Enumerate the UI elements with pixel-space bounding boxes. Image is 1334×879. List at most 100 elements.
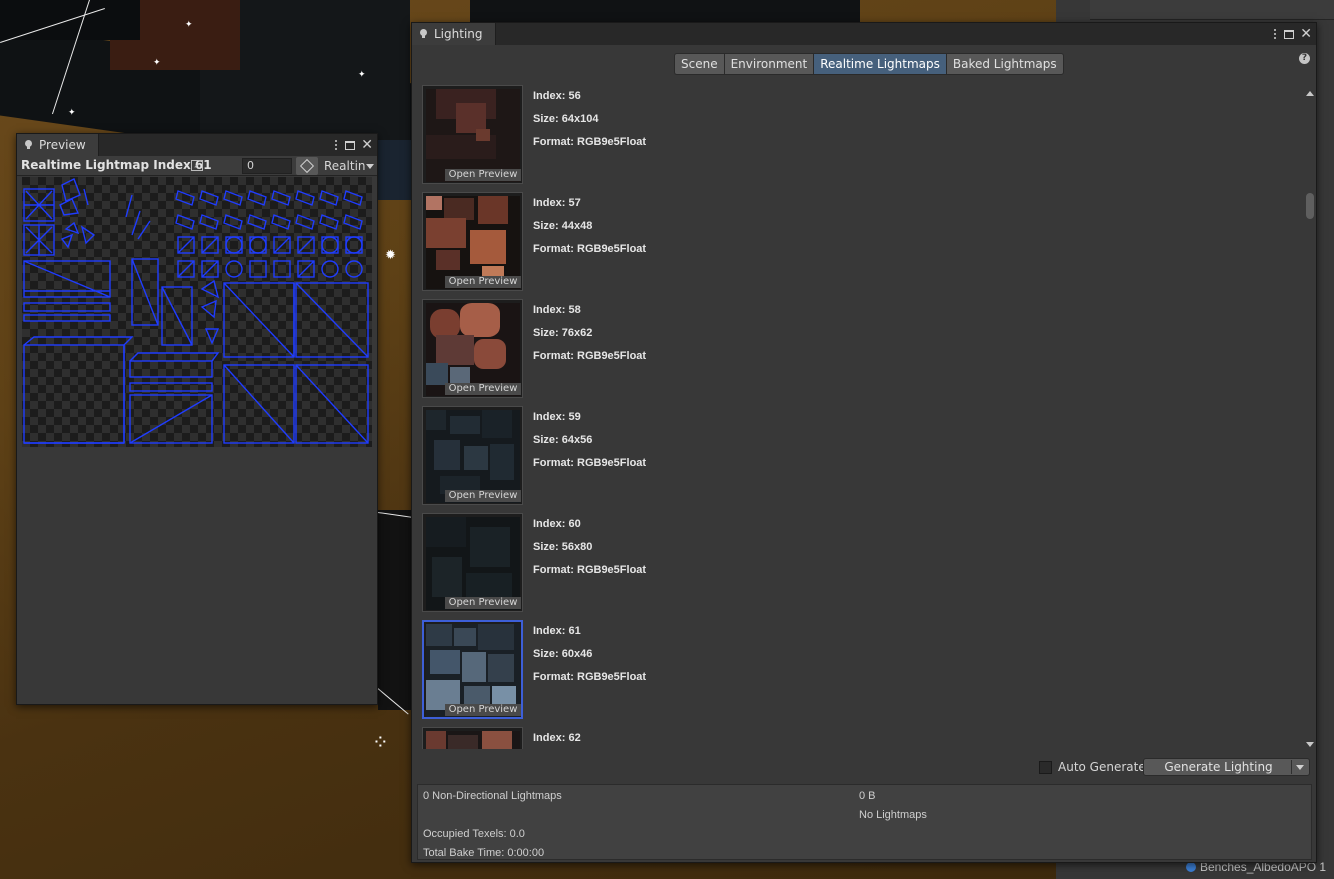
lightmap-thumbnail[interactable] xyxy=(422,727,523,749)
lightmap-item[interactable]: Open Preview Index: 59 Size: 64x56 Forma… xyxy=(422,406,1302,513)
lighting-tabs: Scene Environment Realtime Lightmaps Bak… xyxy=(674,53,1064,75)
tab-baked-lightmaps[interactable]: Baked Lightmaps xyxy=(945,53,1064,75)
close-icon[interactable]: ✕ xyxy=(1300,27,1312,41)
lightmap-index: Index: 60 xyxy=(533,518,581,530)
lightmap-index: Index: 57 xyxy=(533,197,581,209)
open-preview-button[interactable]: Open Preview xyxy=(445,169,521,181)
uv-chart xyxy=(60,221,96,249)
auto-generate-toggle[interactable]: Auto Generate xyxy=(1039,759,1146,775)
tab-realtime-lightmaps[interactable]: Realtime Lightmaps xyxy=(813,53,946,75)
scroll-down-icon[interactable] xyxy=(1306,742,1314,747)
mip-level-field[interactable]: 0 xyxy=(242,158,292,174)
kebab-menu-icon[interactable] xyxy=(333,140,339,150)
lightmap-size: Size: 64x104 xyxy=(533,113,599,125)
image-icon[interactable] xyxy=(191,160,203,171)
lightmap-format: Format: RGB9e5Float xyxy=(533,671,647,683)
open-preview-button[interactable]: Open Preview xyxy=(445,597,521,609)
lighting-window[interactable]: Lighting ✕ ? Scene Environment Realtime … xyxy=(411,22,1317,863)
tab-environment[interactable]: Environment xyxy=(723,53,814,75)
particle-icon: ⁘ xyxy=(372,730,389,754)
maximize-icon[interactable] xyxy=(1284,29,1295,39)
lightmap-item[interactable]: Open Preview Index: 60 Size: 56x80 Forma… xyxy=(422,513,1302,620)
preview-mode-label: Realtin xyxy=(324,159,366,173)
lightmap-size: Size: 44x48 xyxy=(533,220,593,232)
lighting-tabbar: Lighting ✕ xyxy=(412,23,1316,45)
uv-grid xyxy=(175,190,363,278)
open-preview-button[interactable]: Open Preview xyxy=(445,276,521,288)
lightmap-index: Index: 59 xyxy=(533,411,581,423)
hierarchy-header xyxy=(1090,0,1334,20)
lightmap-thumbnail[interactable]: Open Preview xyxy=(422,620,523,719)
lightmap-item[interactable]: Open Preview Index: 57 Size: 44x48 Forma… xyxy=(422,192,1302,299)
light-icon: ✦ xyxy=(153,58,161,68)
preview-tabbar: Preview ✕ xyxy=(17,134,377,156)
auto-generate-checkbox[interactable] xyxy=(1039,760,1052,774)
window-controls: ✕ xyxy=(1272,23,1312,45)
light-icon: ✦ xyxy=(68,108,76,118)
lightmap-info: Index: 56 Size: 64x104 Format: RGB9e5Flo… xyxy=(533,89,646,158)
scrollbar-thumb[interactable] xyxy=(1306,193,1314,219)
help-icon[interactable]: ? xyxy=(1299,53,1310,64)
layers-icon[interactable] xyxy=(296,157,318,175)
auto-generate-label: Auto Generate xyxy=(1058,760,1146,774)
light-icon: ✦ xyxy=(185,20,193,30)
preview-title: Realtime Lightmap Index 61 xyxy=(21,158,212,172)
uv-chart xyxy=(24,190,54,220)
button-divider xyxy=(1291,760,1292,774)
lightmap-item[interactable]: Open Preview Index: 58 Size: 76x62 Forma… xyxy=(422,299,1302,406)
lightmap-info: Index: 60 Size: 56x80 Format: RGB9e5Floa… xyxy=(533,517,646,586)
dropdown-arrow-icon[interactable] xyxy=(1296,765,1304,770)
lightmap-index: Index: 61 xyxy=(533,625,581,637)
lightmap-info: Index: 61 Size: 60x46 Format: RGB9e5Floa… xyxy=(533,624,646,693)
lightmap-thumbnail[interactable]: Open Preview xyxy=(422,192,523,291)
lightmap-size: Size: 56x80 xyxy=(533,541,593,553)
lightmap-item-selected[interactable]: Open Preview Index: 61 Size: 60x46 Forma… xyxy=(422,620,1302,727)
maximize-icon[interactable] xyxy=(345,140,356,150)
vertical-scrollbar[interactable] xyxy=(1304,85,1316,749)
lightmap-format: Format: RGB9e5Float xyxy=(533,350,647,362)
lightmap-preview-canvas[interactable] xyxy=(22,177,372,447)
preview-toolbar: Realtime Lightmap Index 61 0 Realtin xyxy=(17,156,377,176)
uv-chart xyxy=(83,188,151,240)
lightmap-thumbnail[interactable]: Open Preview xyxy=(422,299,523,398)
preview-mode-dropdown[interactable]: Realtin xyxy=(322,158,376,174)
lightmap-info: Index: 62 xyxy=(533,731,581,749)
uv-chart xyxy=(25,225,53,255)
light-icon: ✹ xyxy=(385,248,396,263)
preview-window[interactable]: Preview ✕ Realtime Lightmap Index 61 0 R… xyxy=(16,133,378,705)
lightmap-index: Index: 62 xyxy=(533,732,581,744)
lightmap-stats-panel: 0 Non-Directional Lightmaps 0 B No Light… xyxy=(417,784,1312,860)
open-preview-button[interactable]: Open Preview xyxy=(445,383,521,395)
close-icon[interactable]: ✕ xyxy=(361,138,373,152)
lightmap-size: Size: 60x46 xyxy=(533,648,593,660)
lightmap-format: Format: RGB9e5Float xyxy=(533,136,647,148)
lightmap-thumbnail[interactable]: Open Preview xyxy=(422,406,523,505)
lightmap-info: Index: 59 Size: 64x56 Format: RGB9e5Floa… xyxy=(533,410,646,479)
generate-lighting-button[interactable]: Generate Lighting xyxy=(1143,758,1310,776)
open-preview-button[interactable]: Open Preview xyxy=(445,490,521,502)
scene-geometry xyxy=(378,510,412,710)
lightmap-size: Size: 76x62 xyxy=(533,327,593,339)
lightmap-thumbnail[interactable]: Open Preview xyxy=(422,513,523,612)
lighting-tab-label: Lighting xyxy=(434,27,483,41)
lightmap-index: Index: 58 xyxy=(533,304,581,316)
lightmap-info: Index: 57 Size: 44x48 Format: RGB9e5Floa… xyxy=(533,196,646,265)
preview-tab[interactable]: Preview xyxy=(17,134,99,156)
lighting-tab[interactable]: Lighting xyxy=(412,23,496,45)
lightmap-memory-size: 0 B xyxy=(859,790,876,802)
lightmap-list[interactable]: Open Preview Index: 56 Size: 64x104 Form… xyxy=(422,85,1302,749)
lightmap-info: Index: 58 Size: 76x62 Format: RGB9e5Floa… xyxy=(533,303,646,372)
open-preview-button[interactable]: Open Preview xyxy=(445,704,521,716)
lightmap-size: Size: 64x56 xyxy=(533,434,593,446)
kebab-menu-icon[interactable] xyxy=(1272,29,1278,39)
scene-geometry xyxy=(378,140,412,200)
scroll-up-icon[interactable] xyxy=(1306,91,1314,96)
tab-scene[interactable]: Scene xyxy=(674,53,724,75)
gameobject-icon xyxy=(1186,862,1196,872)
no-lightmaps-label: No Lightmaps xyxy=(859,809,927,821)
lightmap-thumbnail[interactable]: Open Preview xyxy=(422,85,523,184)
lightmap-item[interactable]: Open Preview Index: 56 Size: 64x104 Form… xyxy=(422,85,1302,192)
lightmap-format: Format: RGB9e5Float xyxy=(533,564,647,576)
lightmap-item[interactable]: Index: 62 xyxy=(422,727,1302,749)
generate-lighting-label: Generate Lighting xyxy=(1164,760,1273,774)
